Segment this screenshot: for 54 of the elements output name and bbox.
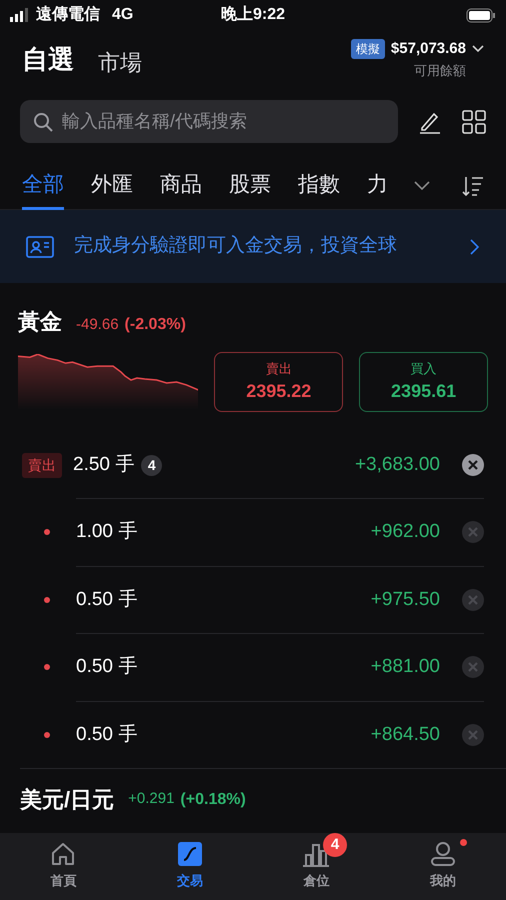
user-icon	[430, 841, 456, 867]
id-card-icon	[26, 236, 54, 258]
sell-button[interactable]: 賣出 2395.22	[214, 352, 344, 412]
clock-time: 晚上9:22	[220, 4, 286, 25]
search-field[interactable]: 輸入品種名稱/代碼搜索	[20, 100, 398, 143]
lot-size: 1.00 手	[76, 520, 138, 544]
lot-size: 2.50 手	[73, 452, 134, 477]
price-change: -49.66	[76, 315, 119, 335]
count-badge: 4	[141, 454, 162, 476]
category-tab[interactable]: 指數	[298, 162, 340, 210]
network-type: 4G	[112, 5, 134, 25]
view-tab[interactable]: 自選	[22, 40, 74, 78]
profit-amount: +962.00	[370, 520, 440, 544]
category-tab[interactable]: 力	[367, 162, 388, 210]
carrier-name: 遠傳電信	[36, 4, 100, 25]
category-tab[interactable]: 外匯	[91, 162, 133, 210]
percent-change: (+0.18%)	[180, 790, 246, 810]
signal-icon	[10, 8, 30, 22]
nav-tab[interactable]: 倉位 4	[253, 833, 380, 892]
grid-icon[interactable]	[462, 110, 486, 134]
instrument-name: 黃金	[18, 308, 62, 336]
demo-badge: 模擬	[350, 39, 385, 60]
buy-button[interactable]: 買入 2395.61	[359, 352, 488, 412]
profit-amount: +881.00	[370, 655, 440, 679]
nav-tab[interactable]: 我的	[380, 833, 506, 892]
balance-caption: 可用餘額	[414, 62, 466, 80]
lot-size: 0.50 手	[76, 722, 138, 746]
bar-chart-icon	[302, 841, 330, 867]
category-tab[interactable]: 商品	[160, 162, 202, 210]
banner-text: 完成身分驗證即可入金交易，投資全球	[74, 234, 398, 258]
price-change: +0.291	[128, 789, 174, 810]
close-icon[interactable]	[462, 454, 484, 476]
chevron-down-icon[interactable]	[414, 181, 430, 191]
verification-banner[interactable]: 完成身分驗證即可入金交易，投資全球	[0, 210, 506, 283]
nav-tab[interactable]: 首頁	[0, 833, 126, 892]
lot-size: 0.50 手	[76, 655, 138, 679]
profit-amount: +3,683.00	[354, 452, 440, 477]
nav-tab[interactable]: 交易	[126, 833, 253, 892]
chevron-right-icon	[470, 238, 480, 254]
notification-badge: 4	[323, 833, 347, 857]
instrument-name: 美元/日元	[20, 786, 114, 814]
account-balance[interactable]: $57,073.68	[390, 38, 466, 60]
profit-amount: +864.50	[370, 722, 440, 746]
view-tab[interactable]: 市場	[98, 46, 142, 78]
sort-icon[interactable]	[462, 175, 484, 197]
chevron-down-icon[interactable]	[472, 45, 484, 54]
home-icon	[50, 841, 76, 867]
battery-icon	[466, 8, 496, 22]
percent-change: (-2.03%)	[124, 315, 186, 335]
search-icon	[33, 112, 53, 132]
category-tab[interactable]: 股票	[229, 162, 271, 210]
sell-tag: 賣出	[22, 452, 62, 478]
profit-amount: +975.50	[370, 588, 440, 612]
lot-size: 0.50 手	[76, 588, 138, 612]
